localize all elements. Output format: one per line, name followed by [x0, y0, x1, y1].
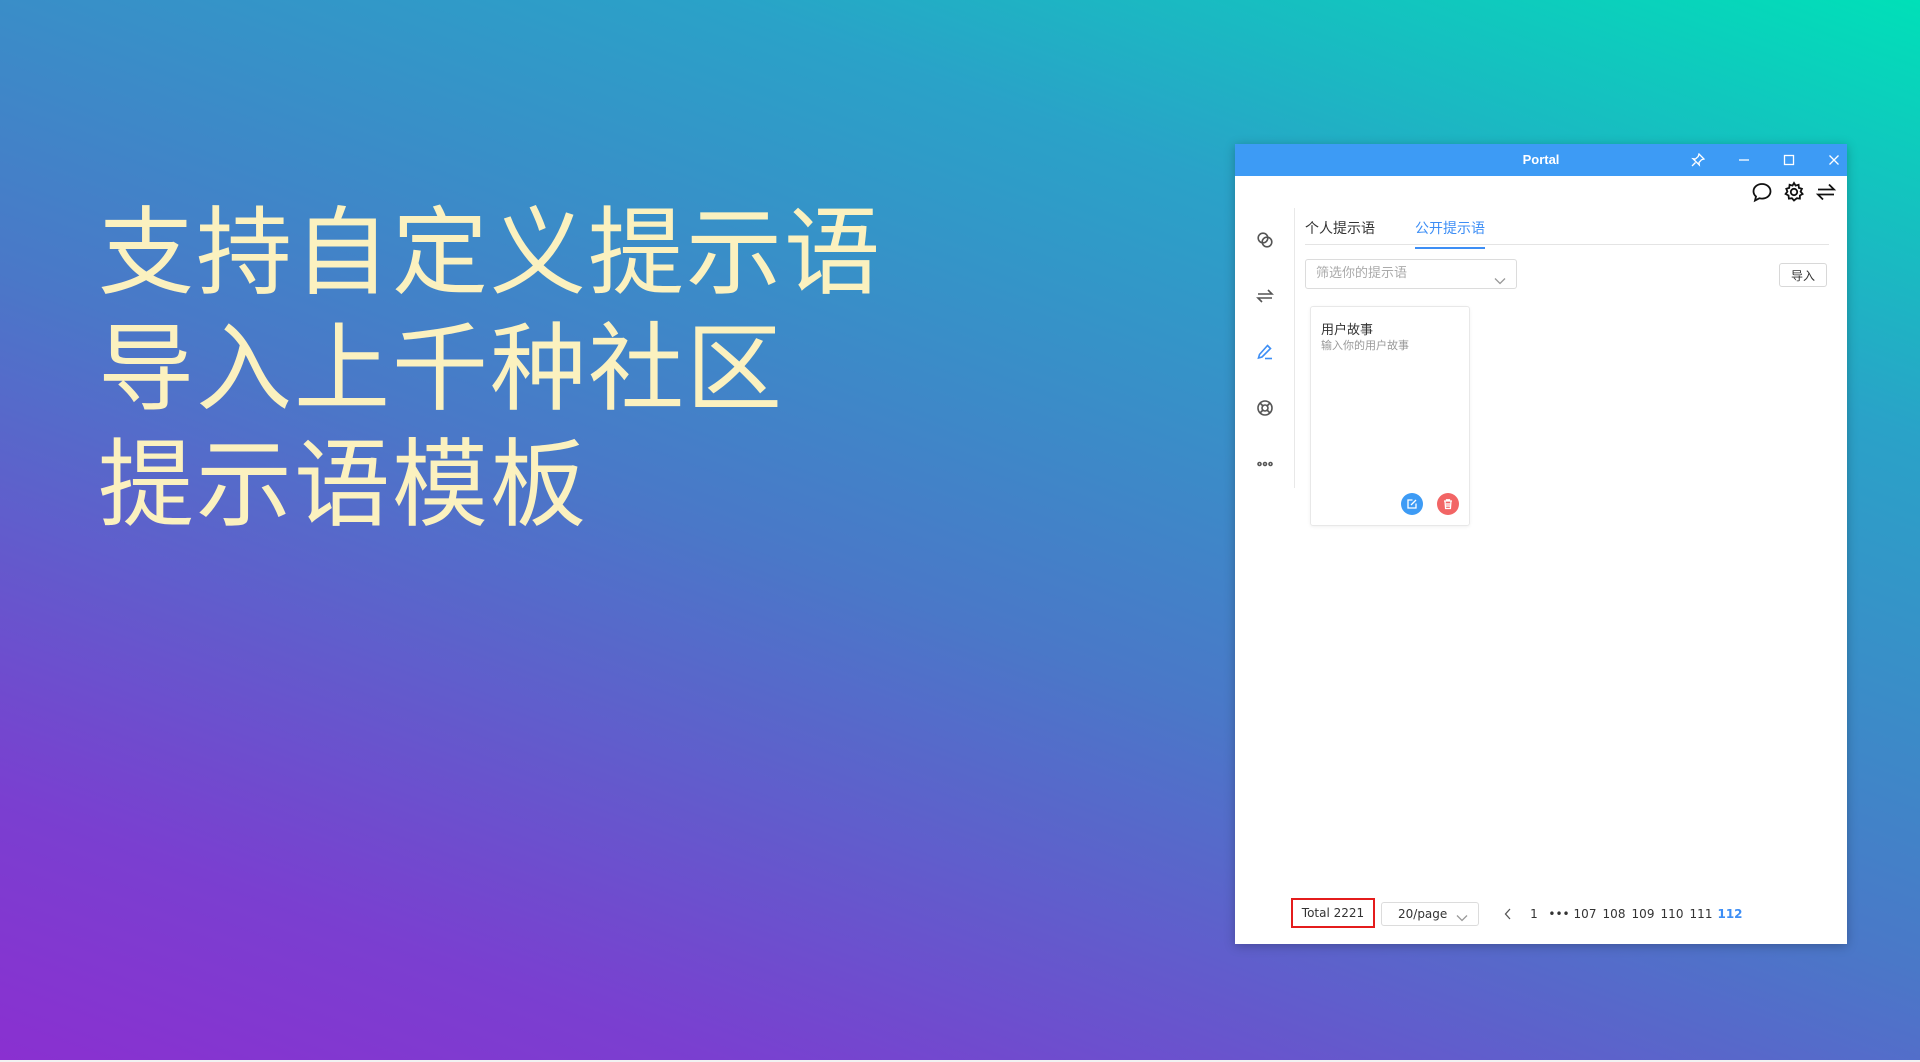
prompt-card-title: 用户故事 — [1321, 323, 1374, 338]
page-button-current[interactable]: 112 — [1715, 906, 1745, 922]
tab-personal-prompts[interactable]: 个人提示语 — [1305, 218, 1375, 247]
prompt-tabs: 个人提示语 公开提示语 — [1305, 212, 1829, 249]
chevron-down-icon — [1456, 911, 1468, 925]
prev-page-button[interactable] — [1500, 906, 1516, 922]
page-size-value: 20/page — [1398, 907, 1448, 921]
title-bar[interactable]: Portal — [1235, 144, 1847, 176]
import-button[interactable]: 导入 — [1779, 263, 1827, 287]
headline: 支持自定义提示语 导入上千种社区 提示语模板 — [98, 195, 882, 543]
maximize-icon[interactable] — [1775, 148, 1803, 172]
chevron-left-icon — [1504, 908, 1511, 920]
page-button[interactable]: 109 — [1628, 906, 1658, 922]
page-button[interactable]: 111 — [1686, 906, 1716, 922]
page-ellipsis[interactable]: ••• — [1548, 906, 1569, 922]
headline-line-1: 支持自定义提示语 — [98, 197, 882, 309]
delete-button[interactable] — [1437, 493, 1459, 515]
app-window: Portal 个人提示语 公开提示语 筛选你的提示语 导入 用户故事 输入你的用… — [1235, 144, 1847, 944]
pin-icon[interactable] — [1684, 148, 1712, 172]
sidebar-item-prompts[interactable] — [1253, 340, 1277, 364]
pagination: Total 2221 20/page 1 ••• 107 108 109 110… — [1235, 898, 1847, 928]
sidebar-item-swap[interactable] — [1253, 284, 1277, 308]
top-toolbar — [1749, 179, 1839, 205]
link-chat-icon — [1257, 232, 1273, 248]
prompt-card-description: 输入你的用户故事 — [1321, 339, 1409, 352]
headline-line-3: 提示语模板 — [98, 429, 588, 541]
gear-icon[interactable] — [1781, 179, 1807, 205]
edit-button[interactable] — [1401, 493, 1423, 515]
swap-icon — [1256, 289, 1274, 303]
prompt-filter-input[interactable] — [1314, 265, 1488, 282]
swap-icon[interactable] — [1813, 179, 1839, 205]
tab-public-prompts[interactable]: 公开提示语 — [1415, 218, 1485, 249]
page-button[interactable]: 1 — [1525, 906, 1543, 922]
page-button[interactable]: 108 — [1599, 906, 1629, 922]
sidebar-item-more[interactable] — [1253, 452, 1277, 476]
lifebuoy-icon — [1257, 400, 1273, 416]
page-button[interactable]: 110 — [1657, 906, 1687, 922]
chevron-down-icon — [1494, 270, 1506, 289]
more-icon — [1257, 461, 1273, 467]
page-size-select[interactable]: 20/page — [1381, 902, 1479, 926]
pen-icon — [1257, 344, 1272, 360]
prompt-card[interactable]: 用户故事 输入你的用户故事 — [1310, 306, 1470, 526]
close-icon[interactable] — [1820, 148, 1848, 172]
chat-bubble-icon[interactable] — [1749, 179, 1775, 205]
minimize-icon[interactable] — [1730, 148, 1758, 172]
sidebar — [1235, 208, 1295, 488]
delete-icon — [1444, 499, 1452, 510]
prompt-filter-select[interactable] — [1305, 259, 1517, 289]
page-button[interactable]: 107 — [1570, 906, 1600, 922]
sidebar-item-lifebuoy[interactable] — [1253, 396, 1277, 420]
sidebar-item-link-chat[interactable] — [1253, 228, 1277, 252]
headline-line-2: 导入上千种社区 — [98, 313, 784, 425]
total-count: Total 2221 — [1291, 898, 1375, 928]
edit-icon — [1407, 499, 1417, 509]
